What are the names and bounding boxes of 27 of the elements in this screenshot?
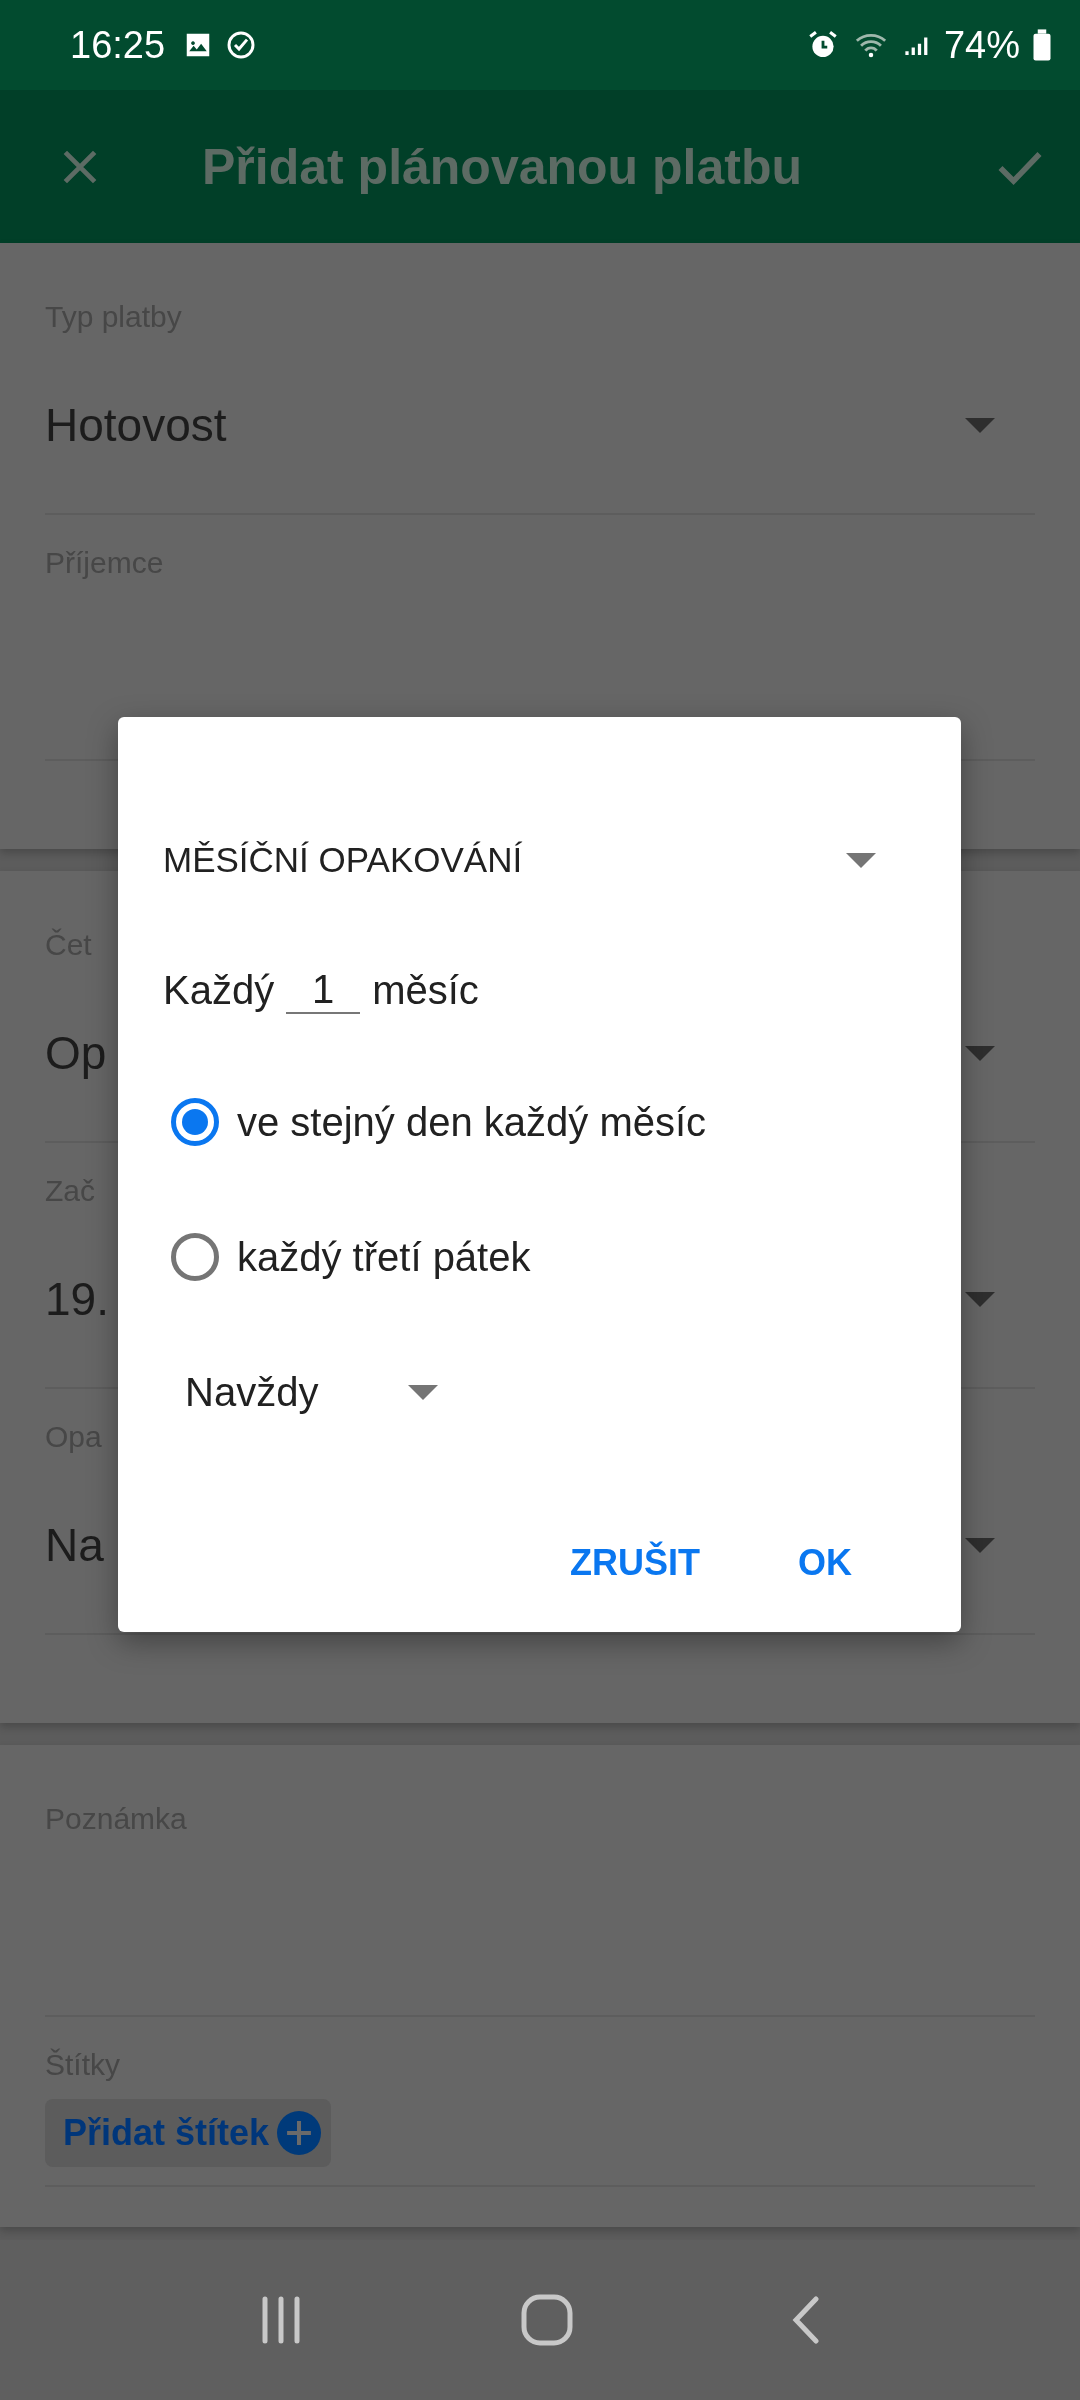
- dropdown-value[interactable]: Hotovost: [45, 398, 227, 452]
- dropdown-arrow-icon[interactable]: [408, 1384, 439, 1400]
- dropdown-arrow-icon[interactable]: [965, 1291, 995, 1307]
- radio-button[interactable]: [171, 1233, 219, 1281]
- dropdown-value[interactable]: 19.: [45, 1272, 109, 1326]
- unit-label: měsíc: [372, 967, 479, 1013]
- end-dropdown-value[interactable]: Navždy: [185, 1369, 319, 1415]
- home-icon[interactable]: [521, 2294, 573, 2346]
- status-time: 16:25: [70, 23, 166, 67]
- back-icon[interactable]: [791, 2296, 821, 2344]
- recurrence-type-dropdown[interactable]: MĚSÍČNÍ OPAKOVÁNÍ: [163, 840, 523, 880]
- dropdown-arrow-icon[interactable]: [965, 1045, 995, 1061]
- every-label: Každý: [163, 967, 275, 1013]
- dropdown-value[interactable]: Na: [45, 1518, 104, 1572]
- battery-level: 74%: [943, 23, 1020, 67]
- dialog-button[interactable]: ZRUŠIT: [556, 1532, 714, 1594]
- dropdown-arrow-icon[interactable]: [965, 417, 995, 433]
- radio-button[interactable]: [171, 1098, 219, 1146]
- dropdown-arrow-icon[interactable]: [846, 852, 876, 868]
- dialog-button[interactable]: OK: [784, 1532, 866, 1594]
- dropdown-value[interactable]: Op: [45, 1026, 107, 1080]
- screen-title: Přidat plánovanou platbu: [202, 137, 804, 196]
- option-label[interactable]: každý třetí pátek: [237, 1234, 531, 1280]
- battery-icon: [1032, 28, 1052, 62]
- plus-circle-icon: [277, 2111, 322, 2155]
- option-label[interactable]: ve stejný den každý měsíc: [237, 1099, 707, 1145]
- dropdown-arrow-icon[interactable]: [965, 1537, 995, 1553]
